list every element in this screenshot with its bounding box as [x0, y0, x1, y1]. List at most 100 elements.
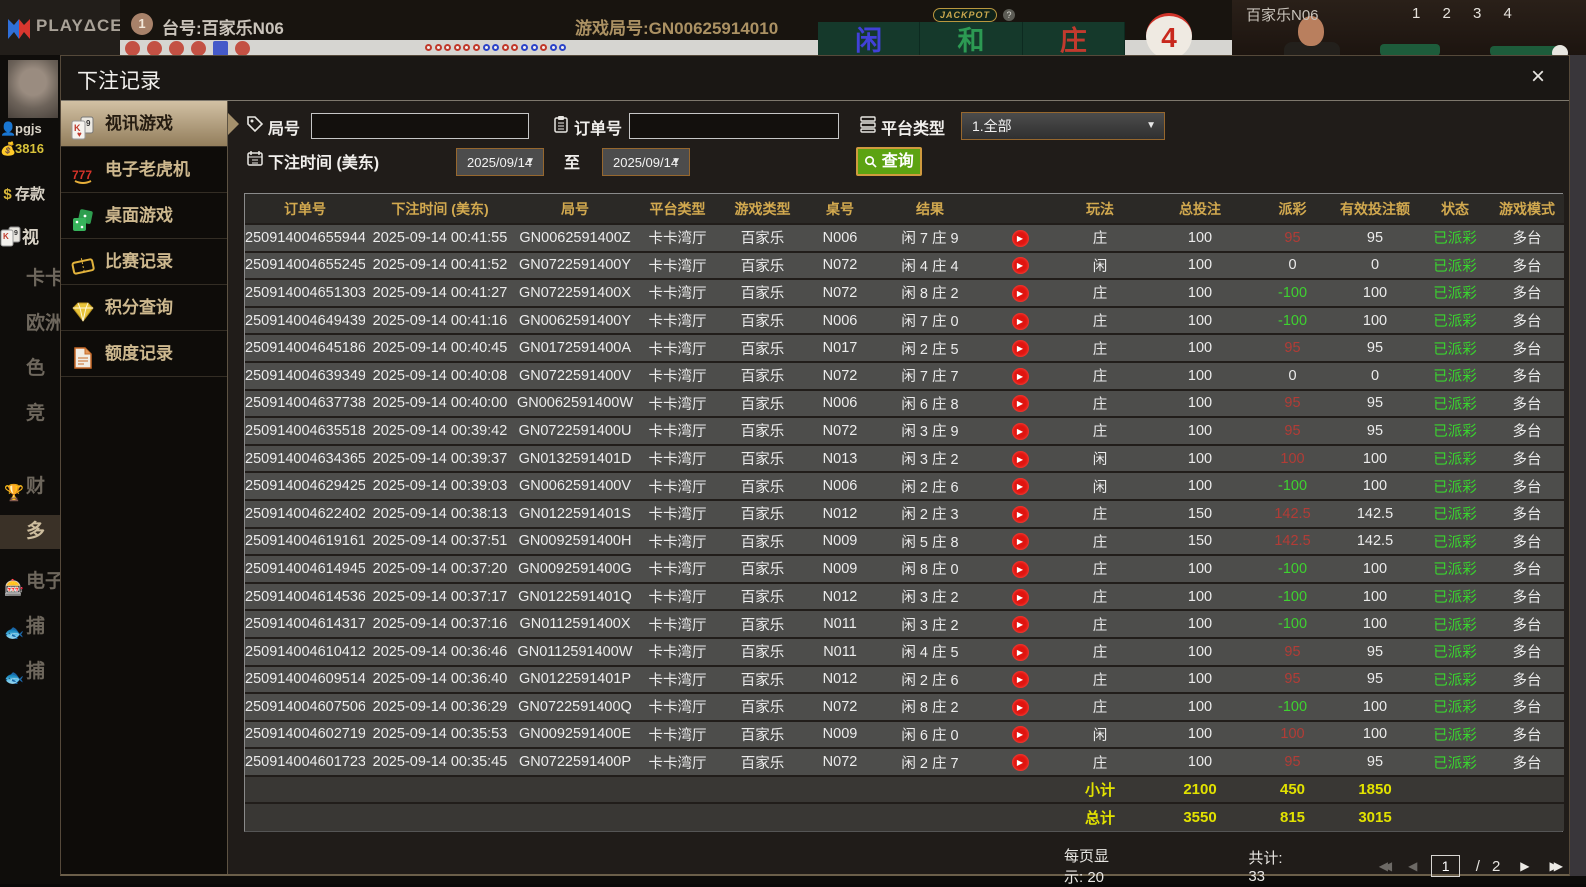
bet-time: 2025-09-14 00:35:45: [365, 748, 515, 776]
balance: 3816: [15, 141, 44, 156]
video-seat-numbers: 1 2 3 4: [1412, 5, 1521, 22]
play-video-icon[interactable]: ▶: [1012, 671, 1029, 688]
prev-page-icon[interactable]: ◀: [1408, 859, 1417, 873]
current-page-input[interactable]: 1: [1431, 855, 1459, 877]
play-video-icon[interactable]: ▶: [1012, 478, 1029, 495]
bg-nav-item-竞[interactable]: 竞: [0, 397, 60, 431]
bg-nav-item-捕[interactable]: 🐟捕: [0, 610, 60, 644]
table-row: 2509140046075062025-09-14 00:36:29GN0722…: [245, 693, 1564, 721]
video-tab-label[interactable]: 视: [22, 228, 39, 247]
play-video-icon[interactable]: ▶: [1012, 230, 1029, 247]
modal-menu-item-电子老虎机[interactable]: 777电子老虎机: [61, 147, 227, 193]
deposit-button[interactable]: 存款: [15, 186, 45, 203]
play-video-icon[interactable]: ▶: [1012, 313, 1029, 330]
bet-zone-庄[interactable]: 庄: [1023, 22, 1125, 57]
play-video-icon[interactable]: ▶: [1012, 644, 1029, 661]
play-video-icon[interactable]: ▶: [1012, 368, 1029, 385]
bet-type: 庄: [1055, 555, 1145, 583]
play-video-icon[interactable]: ▶: [1012, 506, 1029, 523]
bet-zones: 闲和庄: [818, 22, 1125, 57]
table-number: N072: [805, 252, 875, 280]
bet-type: 闲: [1055, 472, 1145, 500]
play-video-icon[interactable]: ▶: [1012, 533, 1029, 550]
play-video-icon[interactable]: ▶: [1012, 395, 1029, 412]
play-video-icon[interactable]: ▶: [1012, 726, 1029, 743]
play-video-icon[interactable]: ▶: [1012, 589, 1029, 606]
bet-time: 2025-09-14 00:37:51: [365, 528, 515, 556]
order-number: 250914004637738: [245, 390, 365, 418]
modal-menu-item-比赛记录[interactable]: 比赛记录: [61, 239, 227, 285]
bg-nav-item-财[interactable]: 🏆财: [0, 470, 60, 504]
play-video-icon[interactable]: ▶: [1012, 699, 1029, 716]
game-mode: 多台: [1490, 500, 1564, 528]
next-page-icon[interactable]: ▶: [1520, 859, 1529, 873]
modal-menu-item-桌面游戏[interactable]: 桌面游戏: [61, 193, 227, 239]
bet-type: 庄: [1055, 610, 1145, 638]
order-number: 250914004614945: [245, 555, 365, 583]
play-video-icon[interactable]: ▶: [1012, 340, 1029, 357]
date-from-picker[interactable]: 2025/09/14 ▼: [456, 148, 544, 176]
modal-menu-item-额度记录[interactable]: 额度记录: [61, 331, 227, 377]
bet-type: 庄: [1055, 583, 1145, 611]
round-filter-input[interactable]: [311, 113, 529, 139]
empty-cell: [1420, 803, 1490, 831]
round-number: GN0132591401D: [515, 445, 635, 473]
table-number: N017: [805, 334, 875, 362]
bead-blue: [550, 44, 557, 51]
last-page-icon[interactable]: ▶▶: [1550, 859, 1558, 873]
first-page-icon[interactable]: ◀◀: [1379, 859, 1387, 873]
round-number: GN0092591400G: [515, 555, 635, 583]
bg-nav-item-label: 电子: [26, 571, 60, 592]
user-icon: 👤: [0, 121, 15, 137]
game-mode: 多台: [1490, 445, 1564, 473]
play-video-icon[interactable]: ▶: [1012, 257, 1029, 274]
modal-menu-item-视讯游戏[interactable]: 9K♥视讯游戏: [61, 101, 227, 147]
bg-nav-item-电子[interactable]: 🎰电子: [0, 565, 60, 599]
bead-red: [473, 44, 480, 51]
bead-red: [511, 44, 518, 51]
bg-nav-item-多[interactable]: 多: [0, 515, 60, 549]
total-pages-label: 2: [1492, 858, 1500, 875]
close-icon[interactable]: ×: [1531, 64, 1545, 90]
valid-bet: 95: [1330, 666, 1420, 694]
column-header: 玩法: [1055, 194, 1145, 224]
column-header: 派彩: [1255, 194, 1330, 224]
bg-nav-item-欧洲[interactable]: 欧洲: [0, 307, 60, 341]
table-row: 2509140046095142025-09-14 00:36:40GN0122…: [245, 666, 1564, 694]
result: 闲 3 庄 2: [875, 445, 985, 473]
bead-red: [444, 44, 451, 51]
table-row: 2509140046145362025-09-14 00:37:17GN0122…: [245, 583, 1564, 611]
status-badge: 已派彩: [1420, 583, 1490, 611]
bet-type: 庄: [1055, 224, 1145, 252]
play-video-icon[interactable]: ▶: [1012, 754, 1029, 771]
avatar[interactable]: [8, 60, 58, 118]
bet-type: 庄: [1055, 362, 1145, 390]
query-button[interactable]: 查询: [856, 147, 922, 176]
play-video-icon[interactable]: ▶: [1012, 285, 1029, 302]
platform-type: 卡卡湾厅: [635, 417, 720, 445]
payout: 95: [1255, 748, 1330, 776]
play-video-icon[interactable]: ▶: [1012, 561, 1029, 578]
total-bet: 100: [1145, 638, 1255, 666]
modal-menu-item-积分查询[interactable]: 积分查询: [61, 285, 227, 331]
platform-type: 卡卡湾厅: [635, 638, 720, 666]
bg-nav-item-卡卡[interactable]: 卡卡: [0, 262, 60, 296]
play-video-icon[interactable]: ▶: [1012, 451, 1029, 468]
per-page-label: 每页显示: 20: [1064, 845, 1126, 887]
play-video-icon[interactable]: ▶: [1012, 423, 1029, 440]
order-filter-input[interactable]: [629, 113, 839, 139]
jackpot-help-icon[interactable]: ?: [1003, 9, 1015, 21]
subtotal-valid-bet: 1850: [1330, 776, 1420, 804]
play-video-icon[interactable]: ▶: [1012, 616, 1029, 633]
bet-zone-闲[interactable]: 闲: [818, 22, 920, 57]
empty-cell: [1490, 776, 1564, 804]
subtotal-row: 小计21004501850: [245, 776, 1564, 804]
bg-nav-item-捕[interactable]: 🐟捕: [0, 655, 60, 689]
platform-select[interactable]: 1.全部 ▼: [961, 112, 1165, 140]
bet-type: 庄: [1055, 417, 1145, 445]
video-cell: ▶: [985, 583, 1055, 611]
bg-nav-item-色[interactable]: 色: [0, 352, 60, 386]
column-header: [985, 194, 1055, 224]
date-to-picker[interactable]: 2025/09/14 ▼: [602, 148, 690, 176]
bet-zone-和[interactable]: 和: [920, 22, 1022, 57]
